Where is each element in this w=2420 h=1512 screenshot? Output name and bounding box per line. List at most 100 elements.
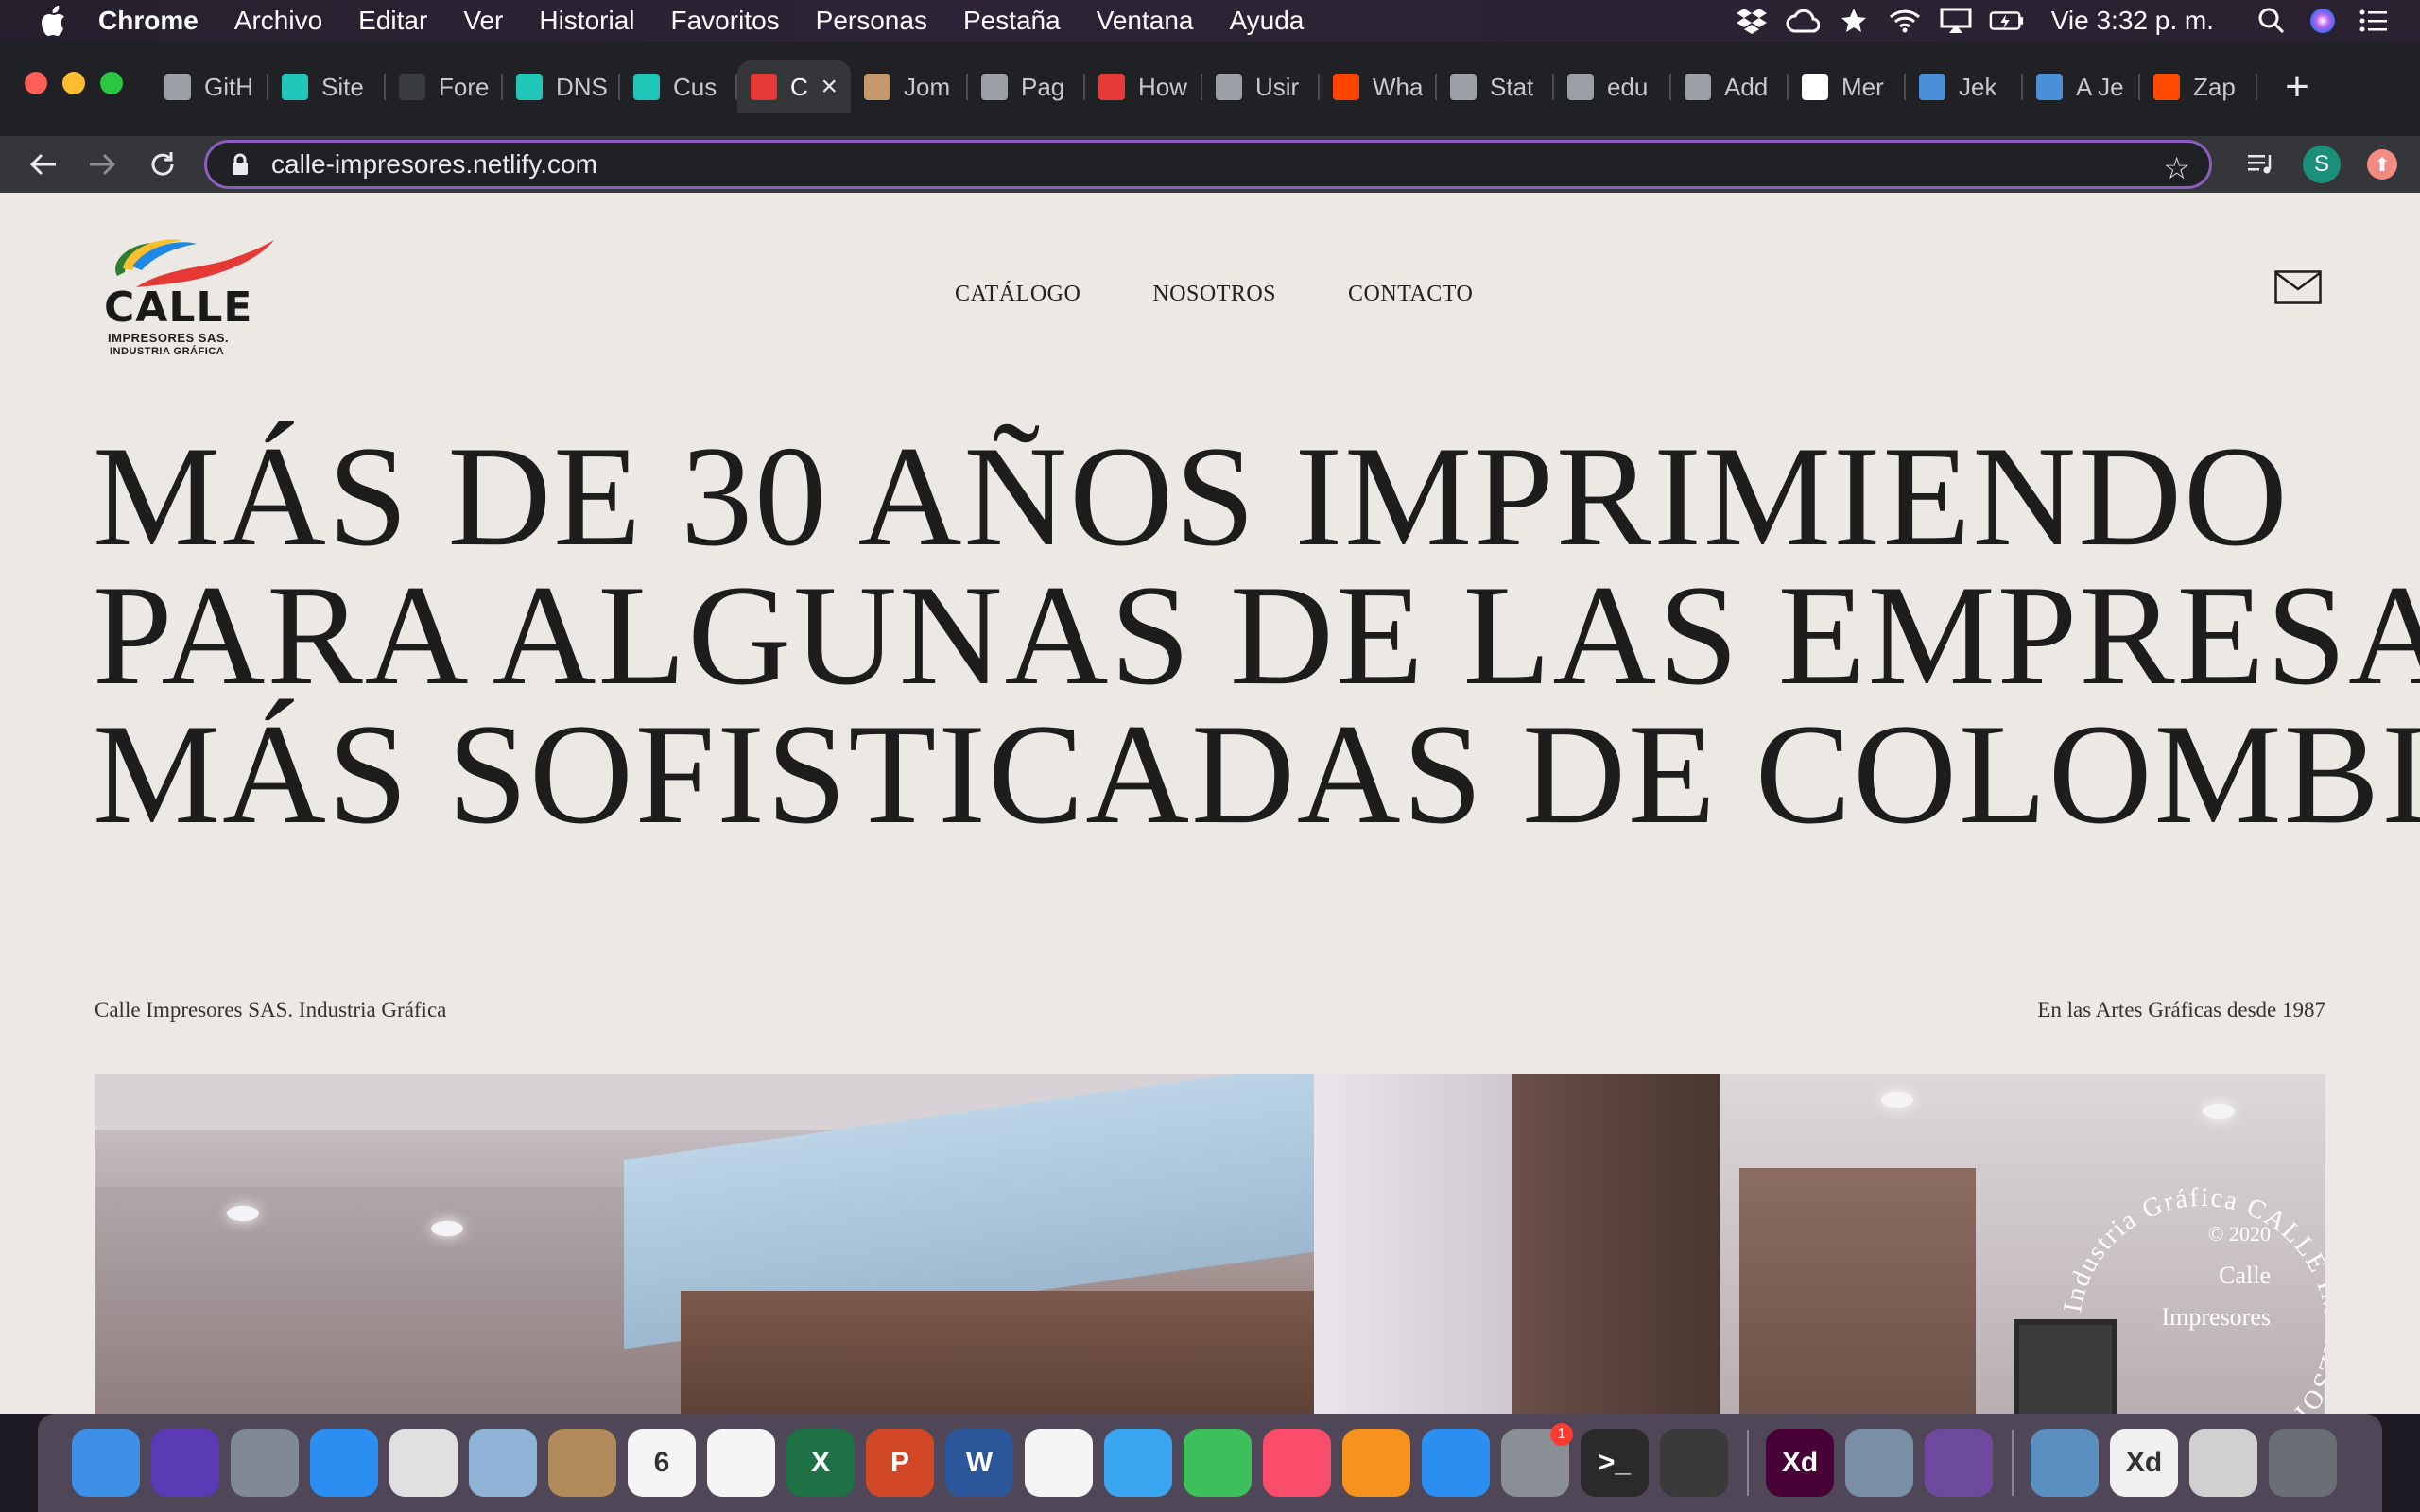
site-logo[interactable]: CALLE IMPRESORES SAS. INDUSTRIA GRÁFICA <box>98 231 278 357</box>
browser-tab[interactable]: DNS <box>503 60 620 113</box>
menu-historial[interactable]: Historial <box>539 6 634 36</box>
address-bar[interactable]: calle-impresores.netlify.com ☆ <box>204 140 2212 189</box>
apple-menu-icon[interactable] <box>36 4 70 38</box>
tab-title: Stat <box>1490 72 1534 101</box>
fullscreen-window-button[interactable] <box>100 72 123 94</box>
browser-tab[interactable]: Mer <box>1789 60 1906 113</box>
launchpad-icon[interactable] <box>231 1429 299 1497</box>
browser-tab[interactable]: Wha <box>1320 60 1437 113</box>
browser-tab[interactable]: Fore <box>386 60 503 113</box>
browser-tab[interactable]: C × <box>737 60 851 113</box>
url-text[interactable]: calle-impresores.netlify.com <box>271 149 597 180</box>
browser-tab[interactable]: Stat <box>1437 60 1554 113</box>
menu-bar: Chrome Archivo Editar Ver Historial Favo… <box>0 0 2420 42</box>
m-favicon <box>1802 74 1828 100</box>
excel-icon[interactable]: X <box>786 1429 855 1497</box>
tab-title: Pag <box>1021 72 1065 101</box>
browser-tab[interactable]: Add <box>1671 60 1789 113</box>
airplay-icon[interactable] <box>1938 6 1974 36</box>
word-icon[interactable]: W <box>945 1429 1013 1497</box>
tab-title: C <box>790 72 808 101</box>
menu-ventana[interactable]: Ventana <box>1097 6 1194 36</box>
tab-title: Add <box>1724 72 1769 101</box>
browser-tab[interactable]: Jek <box>1906 60 2023 113</box>
nav-nosotros[interactable]: NOSOTROS <box>1152 282 1276 307</box>
control-center-icon[interactable] <box>2356 6 2392 36</box>
menu-app-name[interactable]: Chrome <box>98 6 199 36</box>
xd-docs-icon[interactable]: Xd <box>2110 1429 2178 1497</box>
back-button[interactable] <box>23 144 64 185</box>
music-icon[interactable] <box>1263 1429 1331 1497</box>
preview-icon[interactable] <box>469 1429 537 1497</box>
bookmark-star-icon[interactable]: ☆ <box>2163 150 2190 186</box>
reminders-icon[interactable] <box>707 1429 775 1497</box>
minimize-window-button[interactable] <box>62 72 85 94</box>
github-icon <box>1567 74 1594 100</box>
siri-icon[interactable] <box>151 1429 219 1497</box>
dock-app-label: Xd <box>1781 1447 1819 1478</box>
trash-icon[interactable] <box>2269 1429 2337 1497</box>
battery-icon[interactable] <box>1989 6 2025 36</box>
browser-tab[interactable]: edu <box>1554 60 1671 113</box>
browser-tab[interactable]: Usir <box>1202 60 1320 113</box>
lock-icon[interactable] <box>226 150 254 179</box>
new-tab-button[interactable]: + <box>2271 60 2324 113</box>
chrome-icon[interactable] <box>389 1429 458 1497</box>
documents-icon[interactable] <box>2189 1429 2257 1497</box>
wifi-icon[interactable] <box>1887 6 1923 36</box>
browser-tab[interactable]: A Je <box>2023 60 2140 113</box>
nav-catalogo[interactable]: CATÁLOGO <box>955 282 1080 307</box>
books-icon[interactable] <box>1342 1429 1410 1497</box>
jekyll-icon <box>2036 74 2063 100</box>
adobe-xd-icon[interactable]: Xd <box>1766 1429 1834 1497</box>
github-desktop-icon[interactable] <box>1925 1429 1993 1497</box>
menu-personas[interactable]: Personas <box>816 6 927 36</box>
dropbox-icon[interactable] <box>1734 6 1770 36</box>
extension-icon[interactable]: ⬆ <box>2360 142 2405 187</box>
finder-icon[interactable] <box>72 1429 140 1497</box>
notefile-icon[interactable] <box>548 1429 616 1497</box>
reload-button[interactable] <box>142 144 183 185</box>
menu-pestana[interactable]: Pestaña <box>963 6 1061 36</box>
browser-tab[interactable]: Site <box>268 60 386 113</box>
browser-tab[interactable]: GitH <box>151 60 268 113</box>
messages-icon[interactable] <box>1104 1429 1172 1497</box>
tab-title: Site <box>321 72 364 101</box>
image-capture-icon[interactable] <box>1845 1429 1913 1497</box>
spotlight-icon[interactable] <box>2254 6 2290 36</box>
system-preferences-icon[interactable]: 1 <box>1501 1423 1573 1497</box>
app-store-icon[interactable] <box>1422 1429 1490 1497</box>
chart-icon <box>1450 74 1477 100</box>
browser-tab[interactable]: Cus <box>620 60 737 113</box>
browser-tab[interactable]: Jom <box>851 60 968 113</box>
siri-icon[interactable] <box>2305 6 2341 36</box>
calendar-icon[interactable]: 6 <box>628 1429 696 1497</box>
menu-clock[interactable]: Vie 3:32 p. m. <box>2051 6 2214 36</box>
github-icon <box>164 74 191 100</box>
browser-toolbar: calle-impresores.netlify.com ☆ S ⬆ <box>0 136 2420 193</box>
nav-contacto[interactable]: CONTACTO <box>1348 282 1473 307</box>
safari-icon[interactable] <box>310 1429 378 1497</box>
sublime-icon[interactable] <box>1660 1429 1728 1497</box>
downloads-icon[interactable] <box>2031 1429 2099 1497</box>
photos-icon[interactable] <box>1025 1429 1093 1497</box>
menu-editar[interactable]: Editar <box>358 6 427 36</box>
close-tab-icon[interactable]: × <box>821 71 838 103</box>
sync-icon[interactable] <box>1836 6 1872 36</box>
creative-cloud-icon[interactable] <box>1785 6 1821 36</box>
menu-ayuda[interactable]: Ayuda <box>1229 6 1304 36</box>
browser-tab[interactable]: Pag <box>968 60 1085 113</box>
powerpoint-icon[interactable]: P <box>866 1429 934 1497</box>
menu-archivo[interactable]: Archivo <box>234 6 322 36</box>
close-window-button[interactable] <box>25 72 47 94</box>
forward-button[interactable] <box>81 144 123 185</box>
mail-icon[interactable] <box>2274 270 2322 304</box>
facetime-icon[interactable] <box>1184 1429 1252 1497</box>
media-control-icon[interactable] <box>2238 142 2284 187</box>
menu-ver[interactable]: Ver <box>463 6 503 36</box>
menu-favoritos[interactable]: Favoritos <box>671 6 780 36</box>
terminal-icon[interactable]: >_ <box>1581 1429 1649 1497</box>
browser-tab[interactable]: How <box>1085 60 1202 113</box>
browser-tab[interactable]: Zap <box>2140 60 2257 113</box>
profile-avatar[interactable]: S <box>2299 142 2344 187</box>
